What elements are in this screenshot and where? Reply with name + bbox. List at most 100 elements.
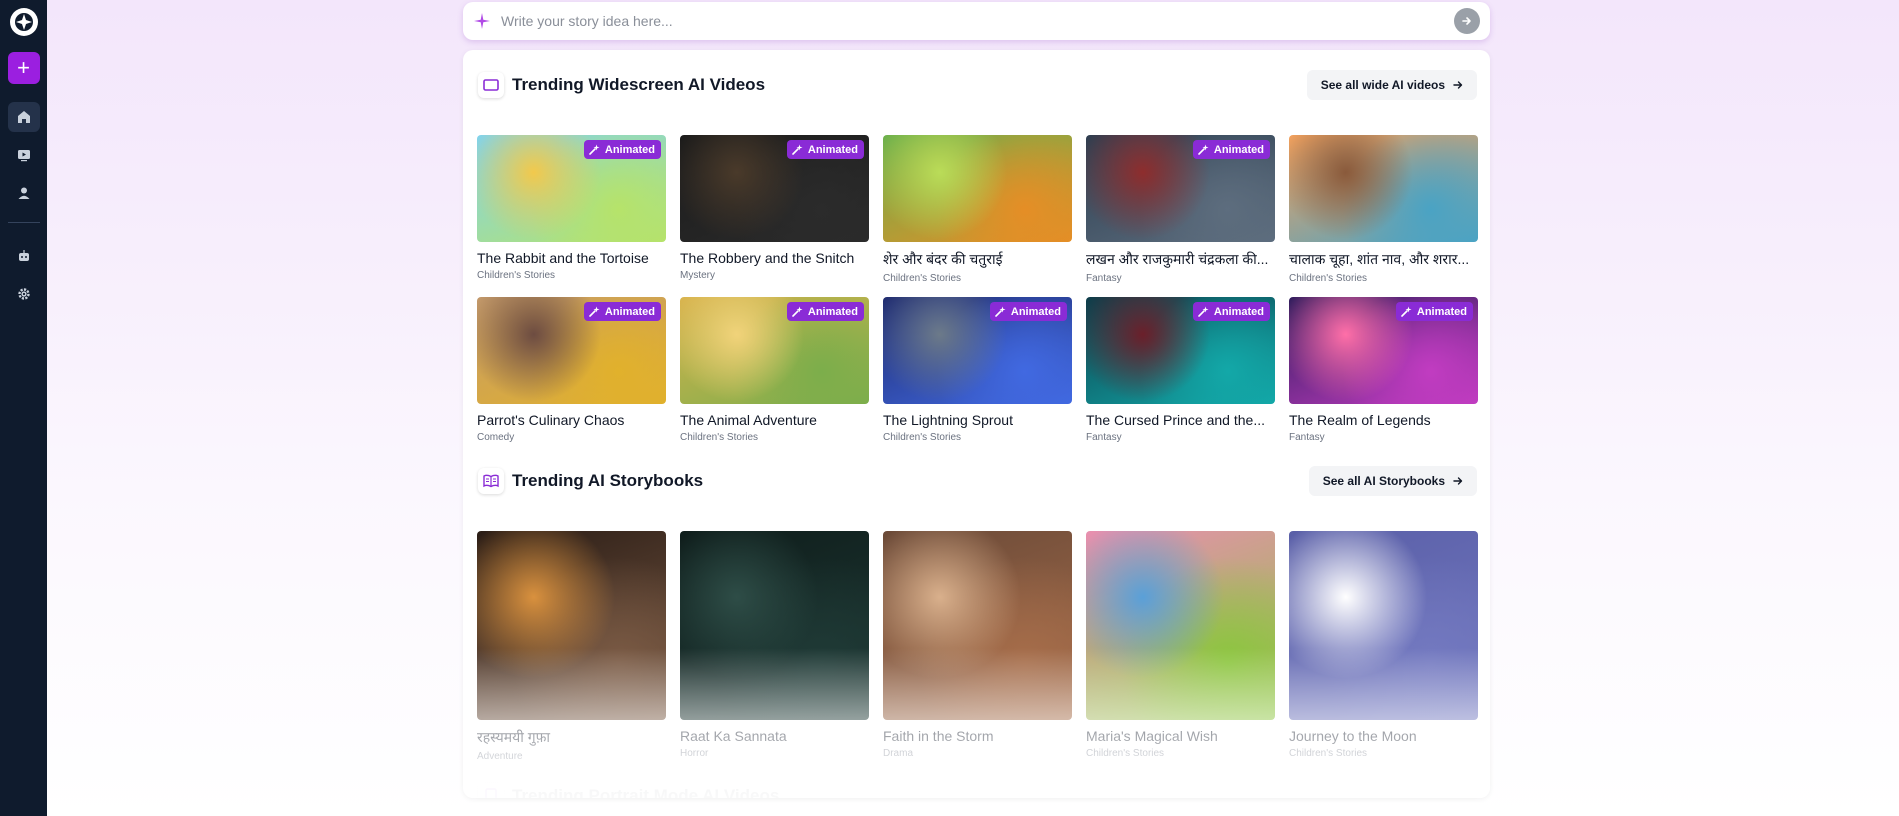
nav-profile[interactable] bbox=[8, 178, 40, 208]
animated-badge-label: Animated bbox=[1213, 305, 1264, 318]
video-title: The Robbery and the Snitch bbox=[680, 250, 855, 266]
video-title: The Realm of Legends bbox=[1289, 412, 1431, 428]
video-card[interactable]: शेर और बंदर की चतुराई Children's Stories bbox=[883, 135, 1072, 284]
video-genre: Children's Stories bbox=[1289, 273, 1368, 284]
app-logo[interactable] bbox=[9, 8, 38, 36]
nav-home[interactable] bbox=[7, 102, 40, 132]
animated-badge: Animated bbox=[989, 302, 1067, 321]
animated-badge: Animated bbox=[1192, 140, 1270, 159]
portrait-section-icon-box bbox=[478, 783, 504, 798]
video-genre: Children's Stories bbox=[883, 273, 962, 284]
widescreen-section-title: Trending Widescreen AI Videos bbox=[512, 75, 766, 94]
storybook-card[interactable]: Journey to the Moon Children's Stories bbox=[1289, 531, 1478, 762]
storybook-title: Maria's Magical Wish bbox=[1086, 728, 1218, 744]
story-prompt-bar bbox=[463, 2, 1490, 40]
widescreen-icon bbox=[483, 79, 499, 91]
animated-badge: Animated bbox=[1395, 302, 1473, 321]
storybook-genre: Horror bbox=[680, 748, 709, 759]
content-panel: Trending Widescreen AI Videos See all wi… bbox=[463, 50, 1490, 798]
video-card[interactable]: Animated The Lightning Sprout Children's S… bbox=[883, 297, 1072, 443]
animated-badge: Animated bbox=[786, 140, 864, 159]
sparkle-wand-icon bbox=[1198, 306, 1209, 317]
storybook-genre: Children's Stories bbox=[1289, 748, 1368, 759]
video-title: The Cursed Prince and the... bbox=[1086, 412, 1265, 428]
video-thumbnail: Animated bbox=[883, 297, 1072, 404]
storybooks-section-title: Trending AI Storybooks bbox=[512, 471, 704, 490]
video-thumbnail: Animated bbox=[1289, 297, 1478, 404]
animated-badge-label: Animated bbox=[807, 305, 858, 318]
video-thumbnail bbox=[1289, 135, 1478, 242]
video-card[interactable]: Animated The Cursed Prince and the... Fant… bbox=[1086, 297, 1275, 443]
storybook-title: Faith in the Storm bbox=[883, 728, 994, 744]
portrait-section-header: Trending Portrait Mode AI Videos bbox=[478, 779, 1477, 798]
sidebar: + bbox=[0, 0, 47, 816]
video-thumbnail: Animated bbox=[477, 135, 666, 242]
see-all-wide-videos-button[interactable]: See all wide AI videos bbox=[1306, 70, 1477, 100]
open-book-icon bbox=[483, 474, 499, 488]
story-idea-input[interactable] bbox=[501, 13, 1454, 29]
animated-badge-label: Animated bbox=[1213, 143, 1264, 156]
widescreen-video-grid: Animated The Rabbit and the Tortoise Child… bbox=[477, 135, 1478, 443]
video-genre: Mystery bbox=[680, 270, 715, 281]
animated-badge: Animated bbox=[786, 302, 864, 321]
animated-badge-label: Animated bbox=[1416, 305, 1467, 318]
see-all-storybooks-label: See all AI Storybooks bbox=[1322, 474, 1445, 488]
storybook-genre: Children's Stories bbox=[1086, 748, 1165, 759]
video-genre: Children's Stories bbox=[680, 432, 759, 443]
animated-badge: Animated bbox=[583, 140, 661, 159]
video-card[interactable]: Animated लखन और राजकुमारी चंद्रकला की... F… bbox=[1086, 135, 1275, 284]
storybook-thumbnail bbox=[1086, 531, 1275, 720]
sparkle-wand-icon bbox=[1198, 144, 1209, 155]
storybooks-section-icon-box bbox=[478, 468, 504, 494]
video-card[interactable]: चालाक चूहा, शांत नाव, और शरार... Children… bbox=[1289, 135, 1478, 284]
gear-icon bbox=[17, 288, 30, 300]
create-new-button[interactable]: + bbox=[7, 52, 40, 84]
nav-videos[interactable] bbox=[8, 140, 40, 170]
video-card[interactable]: Animated Parrot's Culinary Chaos Comedy bbox=[477, 297, 666, 443]
video-card[interactable]: Animated The Rabbit and the Tortoise Child… bbox=[477, 135, 666, 284]
video-genre: Fantasy bbox=[1289, 432, 1325, 443]
video-title: The Animal Adventure bbox=[680, 412, 817, 428]
animated-badge-label: Animated bbox=[1010, 305, 1061, 318]
video-card[interactable]: Animated The Animal Adventure Children's S… bbox=[680, 297, 869, 443]
animated-badge-label: Animated bbox=[604, 143, 655, 156]
video-thumbnail: Animated bbox=[477, 297, 666, 404]
video-genre: Comedy bbox=[477, 432, 515, 443]
sparkle-wand-icon bbox=[589, 306, 600, 317]
profile-icon bbox=[18, 187, 29, 199]
video-genre: Children's Stories bbox=[883, 432, 962, 443]
sidebar-divider bbox=[7, 222, 40, 223]
storybook-thumbnail bbox=[883, 531, 1072, 720]
video-title: लखन और राजकुमारी चंद्रकला की... bbox=[1086, 251, 1269, 267]
nav-bot[interactable] bbox=[8, 241, 40, 271]
storybook-card[interactable]: Faith in the Storm Drama bbox=[883, 531, 1072, 762]
portrait-section-title: Trending Portrait Mode AI Videos bbox=[512, 786, 780, 798]
storybook-thumbnail bbox=[680, 531, 869, 720]
video-genre: Children's Stories bbox=[477, 270, 556, 281]
video-genre: Fantasy bbox=[1086, 432, 1122, 443]
storybook-thumbnail bbox=[477, 531, 666, 720]
video-title: Parrot's Culinary Chaos bbox=[477, 412, 625, 428]
see-all-storybooks-button[interactable]: See all AI Storybooks bbox=[1308, 466, 1477, 496]
arrow-right-icon bbox=[1462, 17, 1471, 25]
storybook-title: Journey to the Moon bbox=[1289, 728, 1417, 744]
plus-icon: + bbox=[17, 55, 30, 80]
sparkle-wand-icon bbox=[1401, 306, 1412, 317]
animated-badge: Animated bbox=[583, 302, 661, 321]
nav-settings[interactable] bbox=[8, 279, 40, 309]
submit-idea-button[interactable] bbox=[1454, 8, 1480, 34]
video-card[interactable]: Animated The Robbery and the Snitch Myster… bbox=[680, 135, 869, 284]
video-title: चालाक चूहा, शांत नाव, और शरार... bbox=[1289, 251, 1470, 267]
sparkle-wand-icon bbox=[792, 144, 803, 155]
videos-icon bbox=[17, 150, 30, 162]
storybook-card[interactable]: Raat Ka Sannata Horror bbox=[680, 531, 869, 762]
sparkle-wand-icon bbox=[792, 306, 803, 317]
storybook-card[interactable]: Maria's Magical Wish Children's Stories bbox=[1086, 531, 1275, 762]
compass-star-icon bbox=[14, 13, 33, 31]
video-card[interactable]: Animated The Realm of Legends Fantasy bbox=[1289, 297, 1478, 443]
storybook-card[interactable]: रहस्यमयी गुफ़ा Adventure bbox=[477, 531, 666, 762]
animated-badge: Animated bbox=[1192, 302, 1270, 321]
widescreen-section-header: Trending Widescreen AI Videos See all wi… bbox=[478, 68, 1477, 102]
arrow-right-icon bbox=[1453, 81, 1463, 89]
video-thumbnail: Animated bbox=[680, 297, 869, 404]
